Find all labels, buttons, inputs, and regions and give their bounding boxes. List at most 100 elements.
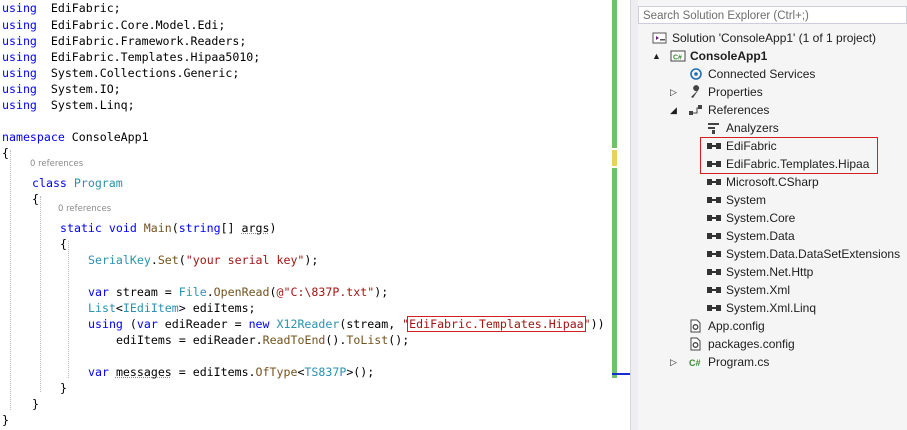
code-token: System.IO; — [36, 82, 121, 96]
code-line[interactable]: List<IEdiItem> ediItems; — [88, 300, 256, 316]
tree-item[interactable]: C# ConsoleApp1 — [670, 47, 767, 65]
code-token: (stream, — [339, 317, 403, 331]
code-token: using — [2, 82, 37, 96]
code-token: < — [115, 301, 123, 315]
code-token: ( — [171, 221, 179, 235]
tree-item-label: System.Net.Http — [726, 265, 814, 279]
code-token: EdiFabric.Framework.Readers; — [36, 34, 247, 48]
tree-item[interactable]: App.config — [688, 317, 765, 335]
code-token: EdiFabric.Templates.Hipaa5010; — [36, 50, 261, 64]
code-line[interactable]: } — [2, 412, 9, 428]
code-token: Main — [143, 221, 172, 235]
change-bar-unsaved — [612, 150, 617, 166]
code-line[interactable]: using EdiFabric.Core.Model.Edi; — [2, 17, 225, 33]
tree-item[interactable]: Solution 'ConsoleApp1' (1 of 1 project) — [652, 29, 876, 47]
tree-item[interactable]: System.Xml.Linq — [706, 299, 816, 317]
tree-item[interactable]: System.Data — [706, 227, 795, 245]
code-line[interactable]: using System.Linq; — [2, 97, 135, 113]
code-line[interactable]: { — [2, 145, 9, 161]
tree-item[interactable]: System.Data.DataSetExtensions — [706, 245, 900, 263]
tree-item[interactable]: System.Xml — [706, 281, 790, 299]
code-line[interactable]: using System.Collections.Generic; — [2, 65, 239, 81]
code-token: (); — [388, 333, 410, 347]
code-token: List — [88, 301, 116, 315]
tree-item[interactable]: System.Net.Http — [706, 263, 813, 281]
code-line[interactable]: var messages = ediItems.OfType<TS837P>()… — [88, 364, 374, 380]
code-token: ); — [304, 253, 319, 267]
assembly-icon — [706, 301, 722, 315]
collapse-arrow-icon[interactable]: ▲ — [652, 47, 661, 65]
tree-item-label: Program.cs — [708, 355, 770, 369]
connected-services-icon — [688, 67, 704, 81]
csharp-file-icon: C# — [688, 355, 704, 369]
codelens-references[interactable]: 0 references — [58, 203, 111, 215]
code-line[interactable]: using EdiFabric.Templates.Hipaa5010; — [2, 49, 260, 65]
tree-item[interactable]: Properties — [688, 83, 763, 101]
code-token: class — [32, 176, 67, 190]
code-token: ediItems = ediReader. — [116, 333, 263, 347]
code-token: "your serial key" — [185, 253, 305, 267]
tree-item[interactable]: Microsoft.CSharp — [706, 173, 819, 191]
code-token: ( — [269, 285, 277, 299]
code-line[interactable]: using (var ediReader = new X12Reader(str… — [88, 316, 605, 332]
code-token: IEdiItem — [122, 301, 179, 315]
code-token: ediReader = — [157, 317, 249, 331]
code-editor[interactable]: using EdiFabric; using EdiFabric.Core.Mod… — [0, 0, 610, 430]
code-line[interactable]: } — [60, 380, 67, 396]
solution-icon — [652, 31, 668, 45]
code-token: Set — [157, 253, 179, 267]
tree-item[interactable]: System — [706, 191, 766, 209]
code-token: { — [2, 146, 9, 160]
config-file-icon — [688, 319, 704, 333]
code-token: using — [2, 34, 37, 48]
tree-item[interactable]: Connected Services — [688, 65, 815, 83]
assembly-icon — [706, 175, 722, 189]
code-line[interactable]: static void Main(string[] args) — [60, 220, 276, 236]
codelens-references[interactable]: 0 references — [30, 158, 83, 170]
code-token: @"C:\837P.txt" — [276, 285, 375, 299]
analyzers-icon — [706, 121, 722, 135]
expand-arrow-icon[interactable]: ▷ — [670, 353, 677, 371]
solution-explorer-search-input[interactable]: Search Solution Explorer (Ctrl+;) — [638, 6, 907, 24]
change-tracking-margin — [612, 0, 618, 430]
tree-item-label: System.Xml.Linq — [726, 301, 817, 315]
code-line[interactable]: using EdiFabric; — [2, 0, 121, 16]
code-token: [] — [220, 221, 242, 235]
code-line[interactable]: using System.IO; — [2, 81, 121, 97]
code-line[interactable]: { — [32, 191, 39, 207]
tree-item[interactable]: Analyzers — [706, 119, 779, 137]
tree-item[interactable]: System.Core — [706, 209, 795, 227]
code-token: ReadToEnd — [262, 333, 326, 347]
assembly-icon — [706, 247, 722, 261]
tree-item-label: packages.config — [708, 337, 795, 351]
collapse-arrow-icon[interactable]: ◢ — [670, 101, 677, 119]
code-line[interactable]: class Program — [32, 175, 123, 191]
code-line[interactable]: ediItems = ediReader.ReadToEnd().ToList(… — [116, 332, 409, 348]
change-bar-saved — [612, 0, 617, 148]
code-token: using — [2, 50, 37, 64]
code-line[interactable]: } — [32, 396, 39, 412]
code-token: >(); — [346, 365, 375, 379]
highlighted-template-name: EdiFabric.Templates.Hipaa — [407, 316, 586, 332]
config-file-icon — [688, 337, 704, 351]
code-line[interactable]: { — [60, 236, 67, 252]
tree-item[interactable]: packages.config — [688, 335, 795, 353]
code-token: X12Reader — [276, 317, 340, 331]
code-line[interactable]: namespace ConsoleApp1 — [2, 129, 149, 145]
code-token: namespace — [2, 130, 65, 144]
code-token: System.Linq; — [36, 98, 135, 112]
code-line[interactable]: var stream = File.OpenRead(@"C:\837P.txt… — [88, 284, 388, 300]
tree-item[interactable]: C# Program.cs — [688, 353, 769, 371]
tree-item[interactable]: References — [688, 101, 769, 119]
code-token: OfType — [255, 365, 298, 379]
code-line[interactable]: using EdiFabric.Framework.Readers; — [2, 33, 246, 49]
code-line[interactable]: SerialKey.Set("your serial key"); — [88, 252, 318, 268]
expand-arrow-icon[interactable]: ▷ — [670, 83, 677, 101]
code-token: . — [150, 253, 158, 267]
editor-scroll-position-marker — [612, 373, 630, 375]
